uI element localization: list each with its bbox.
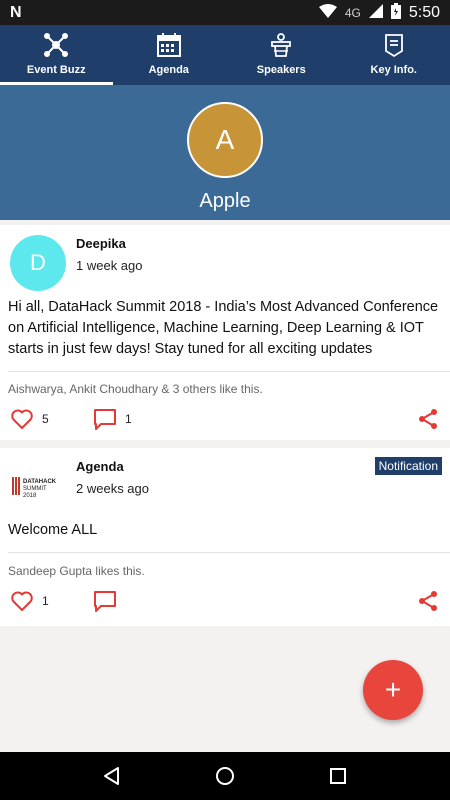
podium-icon bbox=[267, 31, 295, 59]
tab-bar: Event Buzz Agenda Speakers Key Info. bbox=[0, 25, 450, 85]
share-icon[interactable] bbox=[416, 407, 440, 431]
profile-name: Apple bbox=[199, 190, 251, 212]
logo-text-2: SUMMIT bbox=[23, 486, 47, 492]
comment-icon[interactable] bbox=[93, 407, 117, 431]
comment-count: 1 bbox=[125, 412, 132, 426]
notification-n-icon: N bbox=[10, 3, 22, 21]
back-icon[interactable] bbox=[98, 762, 126, 790]
battery-icon bbox=[390, 2, 401, 23]
like-icon[interactable] bbox=[10, 407, 34, 431]
tab-label: Speakers bbox=[256, 64, 306, 76]
post-card: DATAHACK SUMMIT 2018 Agenda 2 weeks ago … bbox=[0, 448, 450, 626]
like-count: 1 bbox=[42, 594, 49, 608]
profile-header: A Apple bbox=[0, 85, 450, 220]
tab-agenda[interactable]: Agenda bbox=[113, 25, 226, 85]
tab-label: Key Info. bbox=[370, 64, 417, 76]
tab-key-info[interactable]: Key Info. bbox=[338, 25, 450, 85]
calendar-icon bbox=[155, 31, 183, 59]
datahack-summit-logo: DATAHACK SUMMIT 2018 bbox=[10, 464, 66, 508]
post-actions: 1 bbox=[0, 589, 450, 619]
logo-text-3: 2018 bbox=[23, 493, 37, 499]
system-nav-bar bbox=[0, 752, 450, 800]
post-body: Hi all, DataHack Summit 2018 - India’s M… bbox=[8, 299, 439, 357]
info-badge-icon bbox=[380, 31, 408, 59]
network-icon bbox=[42, 31, 70, 59]
post-likes-summary[interactable]: Aishwarya, Ankit Choudhary & 3 others li… bbox=[8, 382, 263, 396]
like-count: 5 bbox=[42, 412, 49, 426]
post-actions: 5 1 bbox=[0, 407, 450, 437]
add-post-button[interactable]: + bbox=[363, 660, 423, 720]
tab-label: Agenda bbox=[148, 64, 189, 76]
network-type: 4G bbox=[344, 5, 361, 20]
profile-avatar[interactable]: A bbox=[187, 102, 263, 178]
comment-icon[interactable] bbox=[93, 589, 117, 613]
divider bbox=[8, 552, 450, 553]
divider bbox=[8, 371, 450, 372]
tab-event-buzz[interactable]: Event Buzz bbox=[0, 25, 113, 85]
tab-label: Event Buzz bbox=[26, 64, 86, 76]
status-bar: N 4G 5:50 bbox=[0, 0, 450, 25]
signal-icon bbox=[368, 3, 383, 22]
clock: 5:50 bbox=[408, 3, 440, 21]
logo-text-1: DATAHACK bbox=[23, 479, 57, 485]
post-timestamp: 2 weeks ago bbox=[76, 481, 149, 496]
share-icon[interactable] bbox=[416, 589, 440, 613]
post-author[interactable]: Deepika bbox=[76, 236, 126, 251]
post-body: Welcome ALL bbox=[8, 522, 98, 538]
post-likes-summary[interactable]: Sandeep Gupta likes this. bbox=[8, 564, 145, 578]
post-card: D Deepika 1 week ago Hi all, DataHack Su… bbox=[0, 225, 450, 440]
post-author-avatar[interactable]: D bbox=[10, 235, 66, 291]
like-icon[interactable] bbox=[10, 589, 34, 613]
tab-speakers[interactable]: Speakers bbox=[225, 25, 338, 85]
post-author[interactable]: Agenda bbox=[76, 459, 124, 474]
app-screen: N 4G 5:50 Event Buzz Agenda Speakers Key… bbox=[0, 0, 450, 800]
wifi-icon bbox=[318, 3, 337, 22]
recents-icon[interactable] bbox=[324, 762, 352, 790]
notification-badge: Notification bbox=[374, 457, 442, 475]
home-icon[interactable] bbox=[211, 762, 239, 790]
post-timestamp: 1 week ago bbox=[76, 258, 143, 273]
